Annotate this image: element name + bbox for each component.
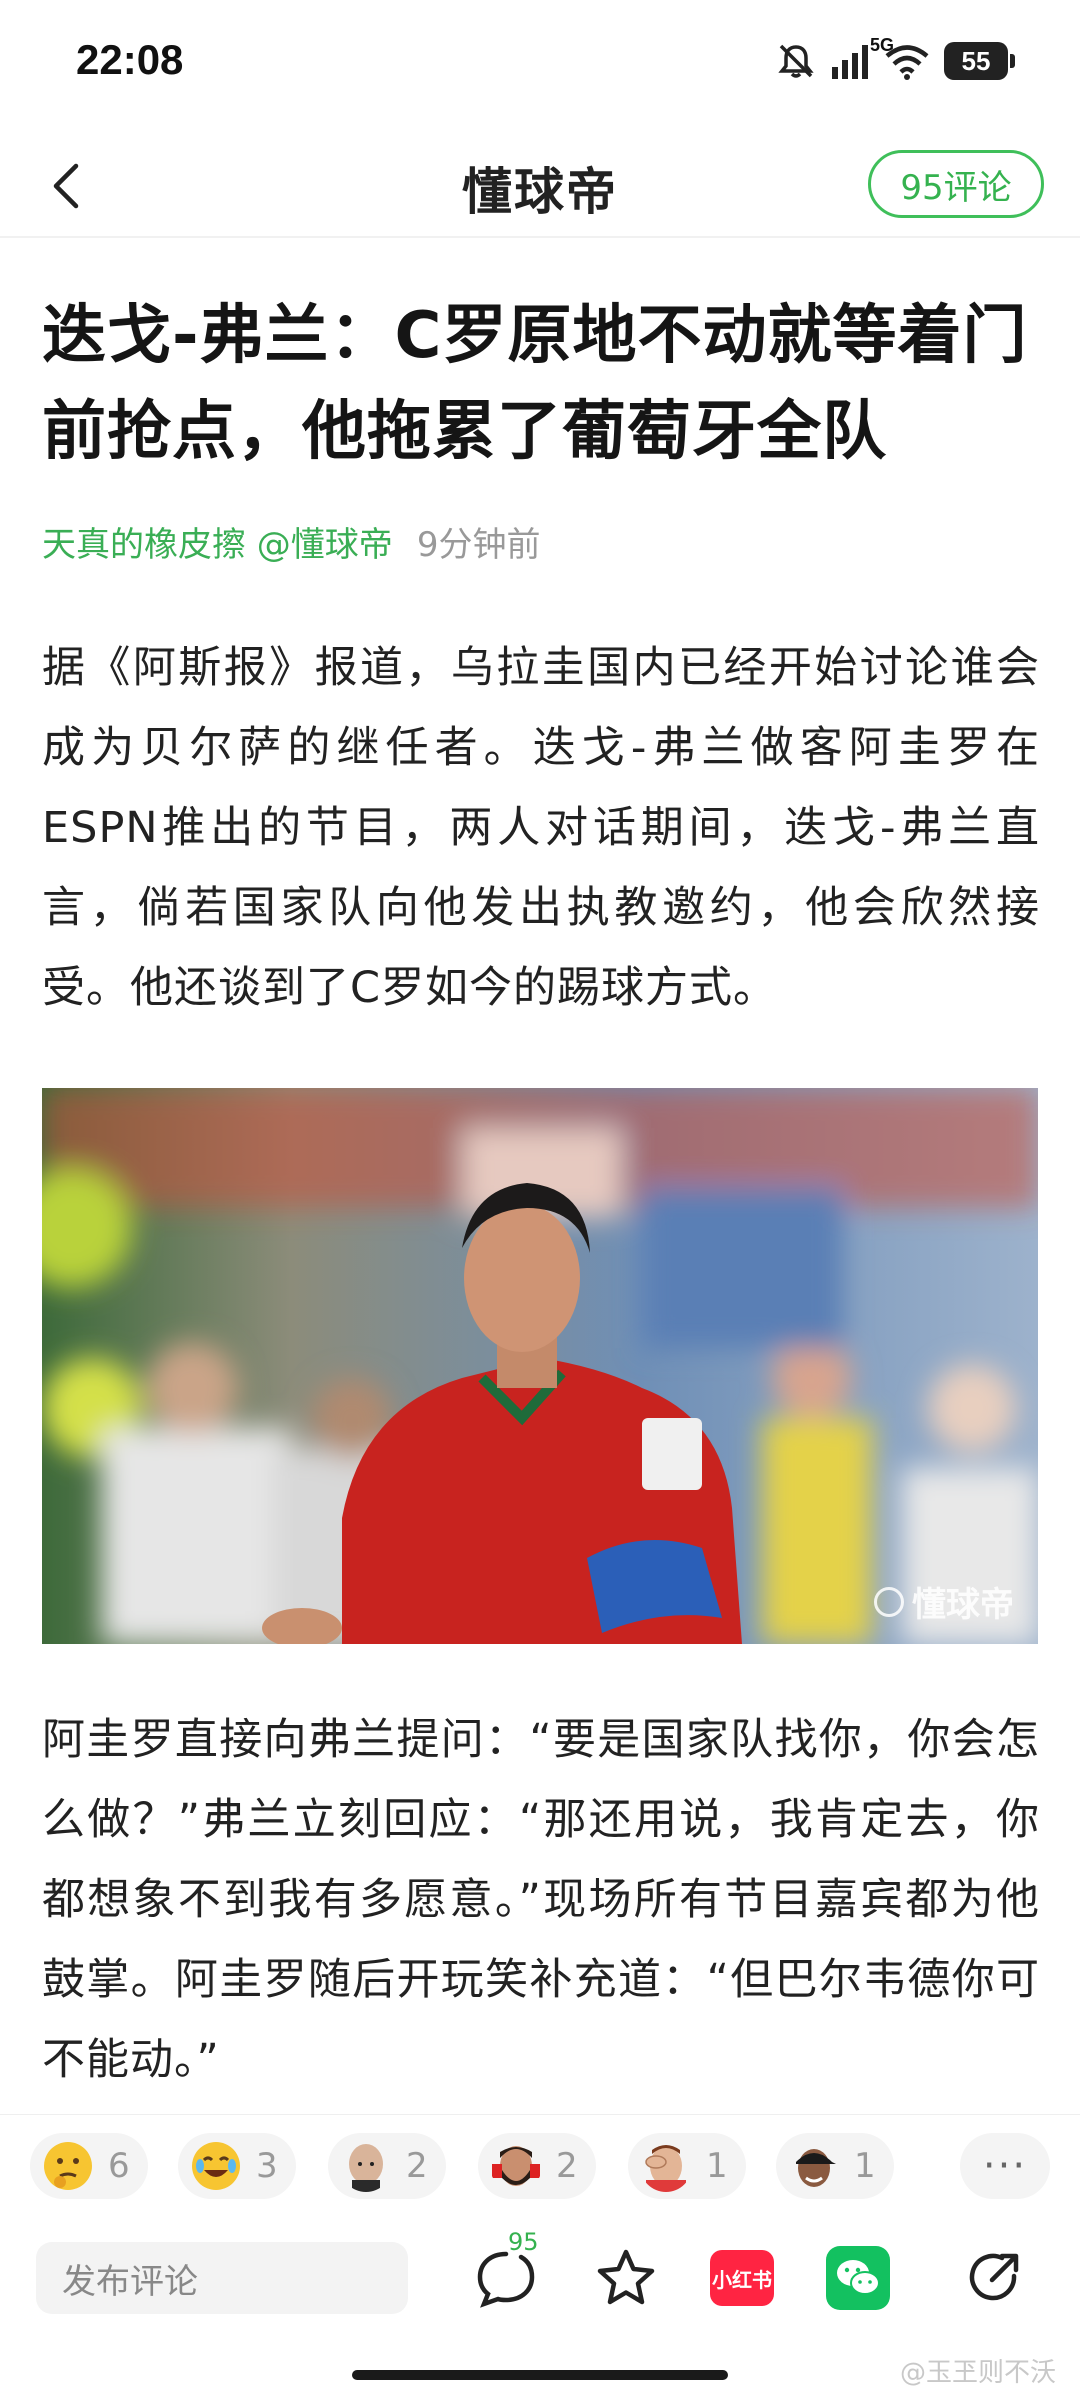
wechat-icon — [826, 2246, 890, 2310]
status-bar: 22:08 5G 55 — [0, 0, 1080, 120]
article-paragraph-1: 据《阿斯报》报道，乌拉圭国内已经开始讨论谁会成为贝尔萨的继任者。迭戈-弗兰做客阿… — [42, 643, 1040, 1013]
reaction-sticker-1[interactable]: 2 — [328, 2133, 446, 2199]
comments-button[interactable]: 95 — [466, 2228, 546, 2318]
bearded-avatar-sticker-icon — [490, 2140, 542, 2192]
reaction-count: 1 — [854, 2146, 876, 2186]
laughing-face-icon — [190, 2140, 242, 2192]
share-xiaohongshu-button[interactable]: 小红书 — [702, 2238, 782, 2318]
weibo-watermark: @玉玊则不沃 — [899, 2358, 1056, 2388]
signal-icon: 5G — [830, 35, 894, 81]
reaction-sticker-3[interactable]: 1 — [628, 2133, 746, 2199]
bottom-action-bar: 发布评论 95 小红书 — [0, 2228, 1080, 2346]
nav-divider — [0, 236, 1080, 238]
publish-time: 9分钟前 — [416, 525, 541, 565]
reaction-count: 6 — [108, 2146, 130, 2186]
nav-bar: 懂球帝 95评论 — [0, 128, 1080, 240]
ball-logo-icon — [874, 1586, 904, 1617]
share-icon — [969, 2253, 1019, 2301]
comment-input[interactable]: 发布评论 — [36, 2242, 408, 2314]
share-button[interactable] — [954, 2238, 1034, 2318]
facepalm-avatar-sticker-icon — [640, 2140, 692, 2192]
reaction-count: 3 — [256, 2146, 278, 2186]
thinking-face-icon — [42, 2140, 94, 2192]
reaction-sticker-4[interactable]: 1 — [776, 2133, 894, 2199]
comment-count-badge: 95 — [508, 2228, 539, 2256]
battery-icon: 55 — [944, 42, 1015, 80]
comments-count-button[interactable]: 95评论 — [868, 150, 1044, 218]
bald-avatar-sticker-icon — [340, 2140, 392, 2192]
article-photo[interactable]: 懂球帝 — [42, 1088, 1038, 1644]
status-time: 22:08 — [76, 36, 184, 83]
reaction-count: 1 — [706, 2146, 728, 2186]
home-indicator[interactable] — [352, 2370, 728, 2380]
reaction-count: 2 — [556, 2146, 578, 2186]
star-icon — [597, 2249, 655, 2305]
network-label: 5G — [870, 35, 895, 55]
reaction-count: 2 — [406, 2146, 428, 2186]
share-wechat-button[interactable] — [818, 2238, 898, 2318]
reaction-sticker-2[interactable]: 2 — [478, 2133, 596, 2199]
cap-avatar-sticker-icon — [788, 2140, 840, 2192]
status-icons: 5G 55 — [776, 34, 1015, 88]
reaction-thinking[interactable]: 6 — [30, 2133, 148, 2199]
author-name[interactable]: 天真的橡皮擦 @懂球帝 — [42, 525, 393, 565]
image-watermark: 懂球帝 — [874, 1577, 1014, 1626]
article-paragraph-2: 阿圭罗直接向弗兰提问：“要是国家队找你，你会怎么做？”弗兰立刻回应：“那还用说，… — [42, 1715, 1040, 2085]
xiaohongshu-icon: 小红书 — [710, 2250, 774, 2306]
favorite-button[interactable] — [586, 2238, 666, 2318]
more-reactions-button[interactable]: ··· — [960, 2133, 1050, 2199]
player-photo — [42, 1088, 1038, 1644]
article-title: 迭戈-弗兰：C罗原地不动就等着门前抢点，他拖累了葡萄牙全队 — [42, 299, 1028, 469]
reaction-bar: 6 3 2 2 1 1 ··· — [0, 2114, 1080, 2238]
mute-bell-icon — [776, 41, 816, 81]
reaction-laughing[interactable]: 3 — [178, 2133, 296, 2199]
image-watermark-text: 懂球帝 — [912, 1585, 1014, 1625]
article-byline: 天真的橡皮擦 @懂球帝 9分钟前 — [42, 520, 540, 570]
